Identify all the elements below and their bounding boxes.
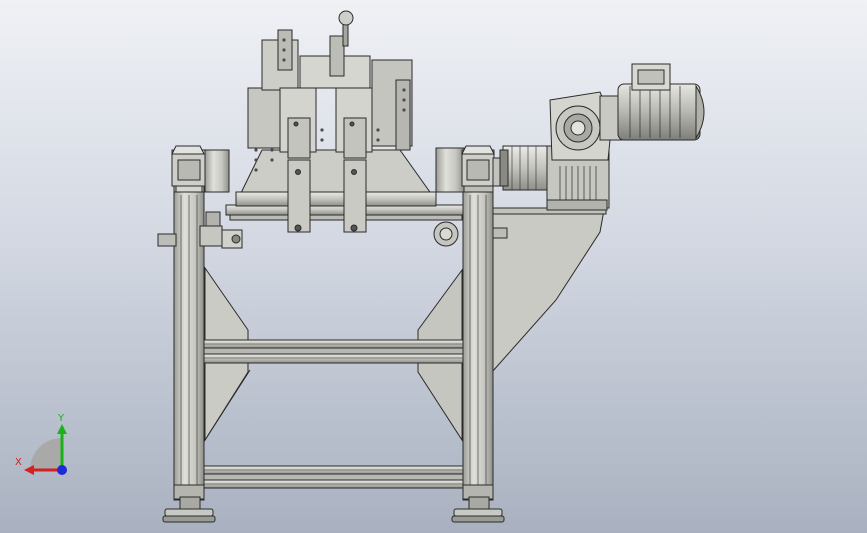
coordinate-triad <box>24 424 67 475</box>
right-column <box>462 179 494 501</box>
right-leveling-foot <box>451 496 505 523</box>
lower-cross-beam <box>199 465 466 489</box>
x-axis-label: X <box>15 457 22 468</box>
electric-motor <box>599 63 705 141</box>
shaft-coupling <box>492 145 550 191</box>
upper-cross-beam <box>199 339 466 364</box>
fixture-frame <box>247 29 413 151</box>
left-pillow-block <box>171 145 230 193</box>
graphics-viewport[interactable]: Y X <box>0 0 867 533</box>
cad-model-view[interactable] <box>0 0 867 533</box>
right-pillow-block <box>435 145 495 193</box>
left-leveling-foot <box>162 496 216 523</box>
fixture-base-plate <box>235 149 437 207</box>
y-axis-label: Y <box>58 413 65 424</box>
z-axis-dot <box>57 465 67 475</box>
